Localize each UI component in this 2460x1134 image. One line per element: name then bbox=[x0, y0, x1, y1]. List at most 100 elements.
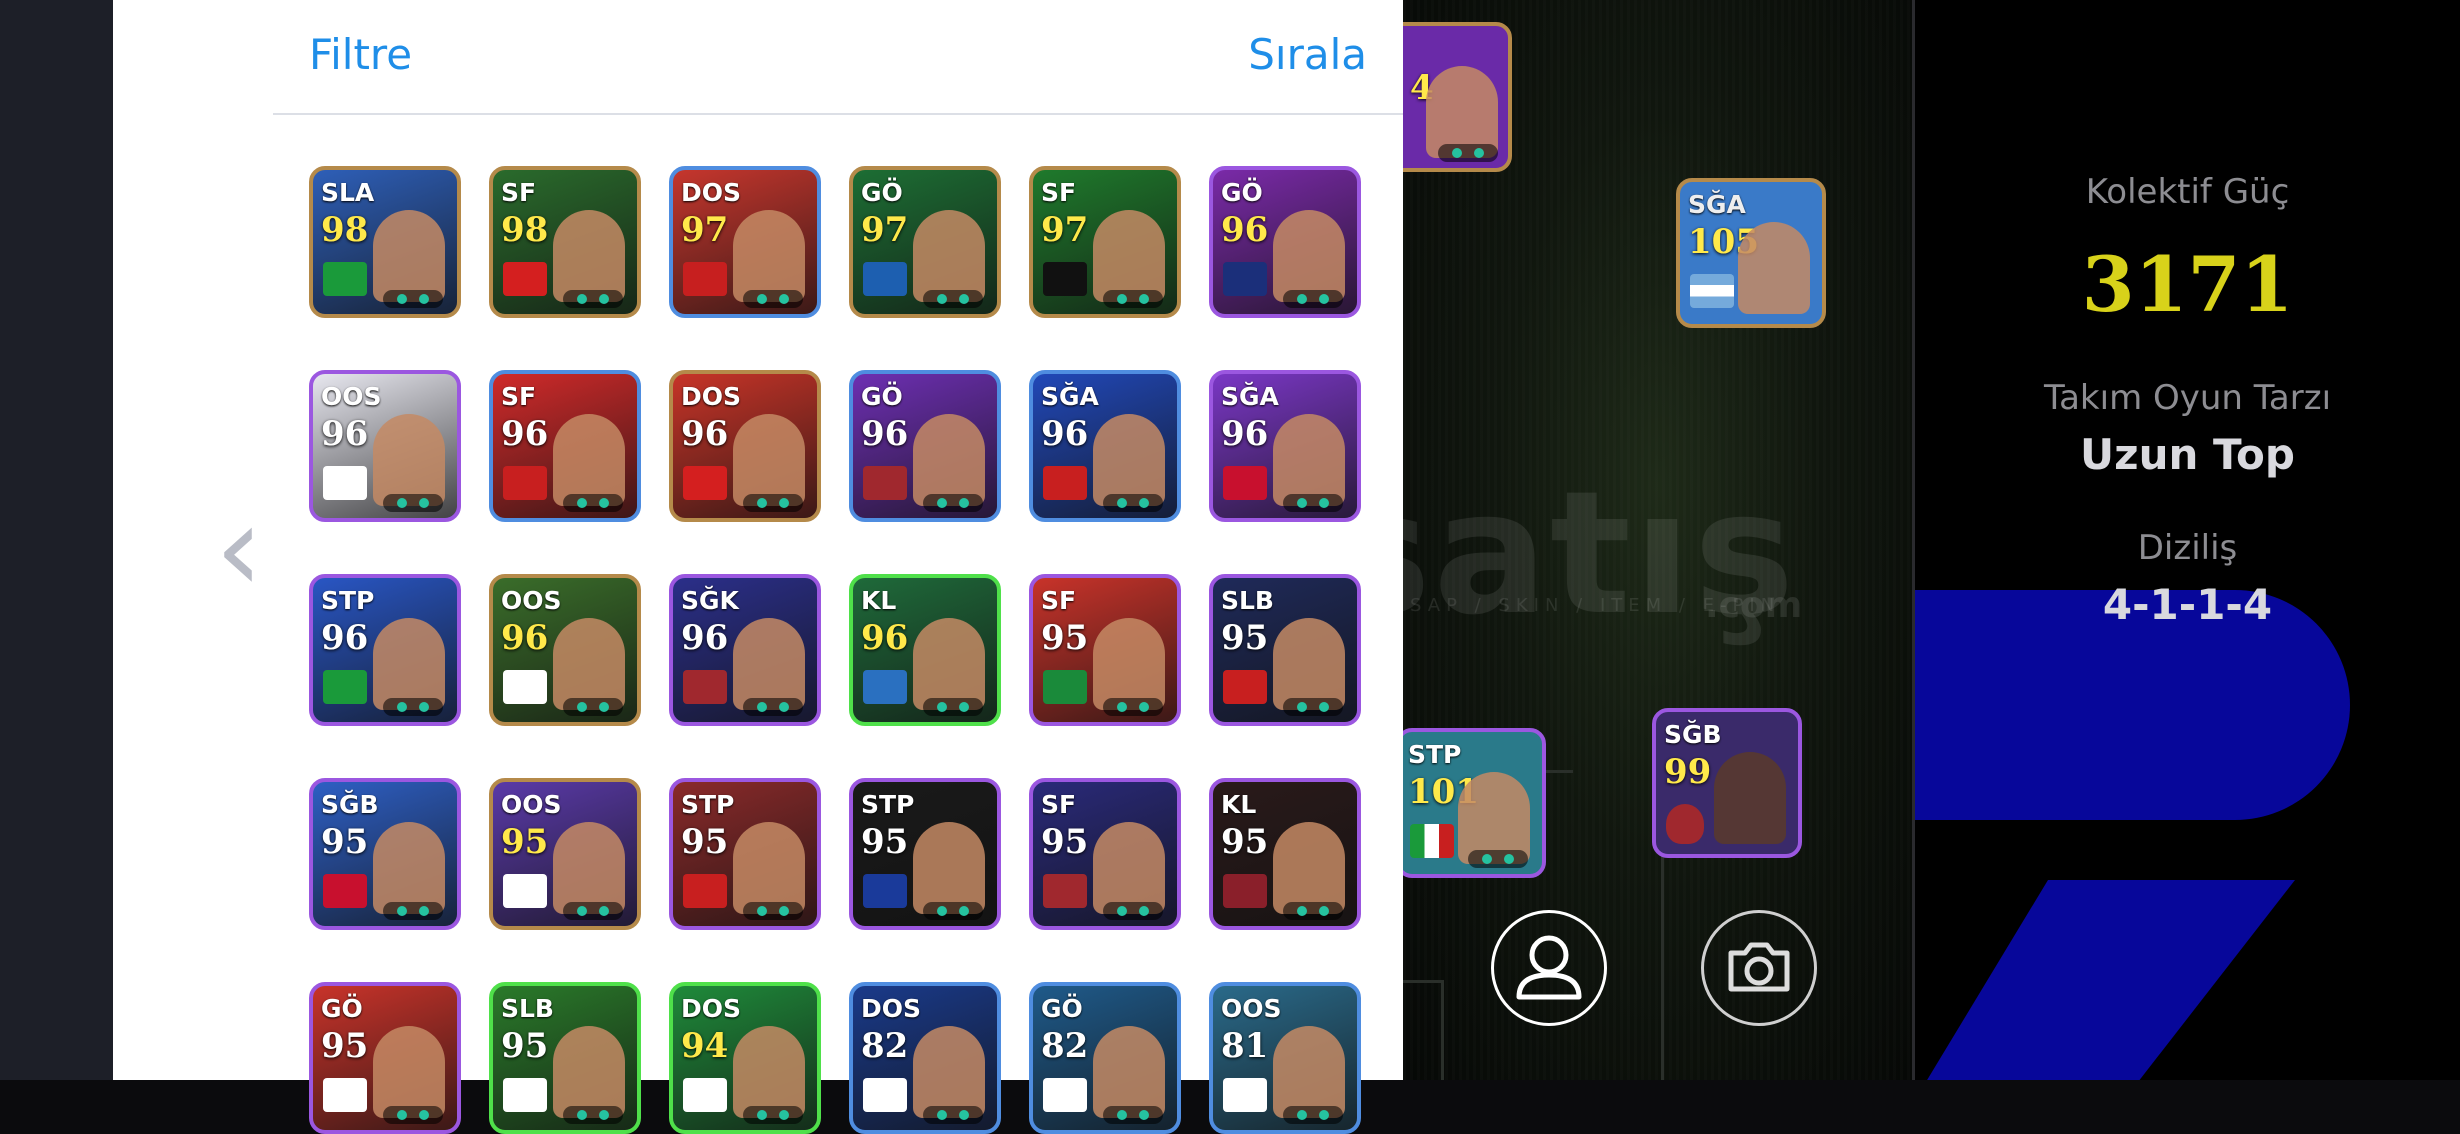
player-portrait bbox=[913, 618, 985, 710]
player-card[interactable]: GÖ 96 bbox=[1209, 166, 1361, 318]
player-position: SLB bbox=[1221, 586, 1274, 615]
flag-icon bbox=[1223, 1078, 1267, 1112]
player-rating: 97 bbox=[681, 210, 729, 250]
flag-icon bbox=[863, 1078, 907, 1112]
skill-dots bbox=[1103, 494, 1163, 512]
player-card[interactable]: GÖ 97 bbox=[849, 166, 1001, 318]
flag-icon bbox=[323, 466, 367, 500]
player-rating: 96 bbox=[681, 618, 729, 658]
chevron-left-icon[interactable]: ‹ bbox=[215, 490, 263, 610]
player-card[interactable]: KL 95 bbox=[1209, 778, 1361, 930]
player-position: STP bbox=[1408, 740, 1462, 769]
player-portrait bbox=[1093, 618, 1165, 710]
player-rating: 96 bbox=[501, 618, 549, 658]
player-card[interactable]: OOS 96 bbox=[309, 370, 461, 522]
player-card[interactable]: SLA 98 bbox=[309, 166, 461, 318]
skill-dots bbox=[1283, 902, 1343, 920]
flag-icon bbox=[1043, 670, 1087, 704]
flag-icon bbox=[1223, 874, 1267, 908]
player-rating: 99 bbox=[1664, 752, 1712, 792]
player-card[interactable]: STP 95 bbox=[669, 778, 821, 930]
player-portrait bbox=[553, 1026, 625, 1118]
player-portrait bbox=[913, 822, 985, 914]
player-card[interactable]: STP 95 bbox=[849, 778, 1001, 930]
player-rating: 82 bbox=[861, 1026, 909, 1066]
skill-dots bbox=[1283, 1106, 1343, 1124]
player-rating: 96 bbox=[1041, 414, 1089, 454]
player-portrait bbox=[733, 1026, 805, 1118]
player-position: SF bbox=[1041, 178, 1077, 207]
player-card[interactable]: SLB 95 bbox=[489, 982, 641, 1134]
skill-dots bbox=[743, 902, 803, 920]
filter-button[interactable]: Filtre bbox=[309, 30, 412, 79]
player-card[interactable]: SĞK 96 bbox=[669, 574, 821, 726]
player-portrait bbox=[373, 1026, 445, 1118]
field-player-card[interactable]: SĞA 105 bbox=[1676, 178, 1826, 328]
field-player-card[interactable]: SĞB 99 bbox=[1652, 708, 1802, 858]
player-portrait bbox=[1738, 222, 1810, 314]
player-card[interactable]: SF 95 bbox=[1029, 778, 1181, 930]
player-card[interactable]: OOS 96 bbox=[489, 574, 641, 726]
player-card[interactable]: GÖ 95 bbox=[309, 982, 461, 1134]
player-portrait bbox=[1273, 618, 1345, 710]
player-portrait bbox=[553, 210, 625, 302]
sort-button[interactable]: Sırala bbox=[1248, 30, 1367, 79]
player-portrait bbox=[1273, 414, 1345, 506]
player-rating: 96 bbox=[861, 618, 909, 658]
player-card[interactable]: DOS 96 bbox=[669, 370, 821, 522]
player-card[interactable]: GÖ 82 bbox=[1029, 982, 1181, 1134]
player-card[interactable]: DOS 97 bbox=[669, 166, 821, 318]
player-position: SF bbox=[1041, 790, 1077, 819]
player-card[interactable]: KL 96 bbox=[849, 574, 1001, 726]
flag-icon bbox=[503, 874, 547, 908]
player-card[interactable]: SĞA 96 bbox=[1209, 370, 1361, 522]
skill-dots bbox=[563, 1106, 623, 1124]
player-portrait bbox=[373, 210, 445, 302]
skill-dots bbox=[1438, 144, 1498, 162]
player-card[interactable]: OOS 95 bbox=[489, 778, 641, 930]
skill-dots bbox=[743, 290, 803, 308]
profile-button[interactable] bbox=[1491, 910, 1607, 1026]
player-rating: 96 bbox=[501, 414, 549, 454]
player-portrait bbox=[913, 210, 985, 302]
camera-button[interactable] bbox=[1701, 910, 1817, 1026]
player-card[interactable]: DOS 82 bbox=[849, 982, 1001, 1134]
formation-label: Diziliş bbox=[2137, 528, 2238, 568]
player-position: SĞB bbox=[1664, 720, 1722, 749]
player-card[interactable]: SF 98 bbox=[489, 166, 641, 318]
playstyle-label: Takım Oyun Tarzı bbox=[2043, 378, 2332, 418]
player-rating: 95 bbox=[861, 822, 909, 862]
flag-icon bbox=[1223, 466, 1267, 500]
field-player-card[interactable]: STP 101 bbox=[1396, 728, 1546, 878]
player-card[interactable]: SLB 95 bbox=[1209, 574, 1361, 726]
player-card[interactable]: SĞA 96 bbox=[1029, 370, 1181, 522]
player-card[interactable]: OOS 81 bbox=[1209, 982, 1361, 1134]
player-position: STP bbox=[681, 790, 735, 819]
player-position: SĞA bbox=[1688, 190, 1746, 219]
player-position: SF bbox=[501, 178, 537, 207]
player-position: SLA bbox=[321, 178, 375, 207]
player-card[interactable]: DOS 94 bbox=[669, 982, 821, 1134]
player-portrait bbox=[733, 210, 805, 302]
skill-dots bbox=[1103, 290, 1163, 308]
player-card[interactable]: SF 96 bbox=[489, 370, 641, 522]
player-rating: 97 bbox=[861, 210, 909, 250]
player-position: SĞK bbox=[681, 586, 739, 615]
player-rating: 98 bbox=[501, 210, 549, 250]
player-card[interactable]: SĞB 95 bbox=[309, 778, 461, 930]
player-position: KL bbox=[861, 586, 897, 615]
flag-icon bbox=[1043, 1078, 1087, 1112]
decor-shape bbox=[1915, 880, 2295, 1080]
player-position: STP bbox=[861, 790, 915, 819]
player-position: GÖ bbox=[1041, 994, 1083, 1023]
skill-dots bbox=[923, 1106, 983, 1124]
skill-dots bbox=[1468, 850, 1528, 868]
player-card[interactable]: SF 95 bbox=[1029, 574, 1181, 726]
flag-icon bbox=[1043, 466, 1087, 500]
player-rating: 95 bbox=[321, 1026, 369, 1066]
flag-icon bbox=[1223, 262, 1267, 296]
player-portrait bbox=[553, 822, 625, 914]
player-card[interactable]: GÖ 96 bbox=[849, 370, 1001, 522]
player-card[interactable]: SF 97 bbox=[1029, 166, 1181, 318]
player-card[interactable]: STP 96 bbox=[309, 574, 461, 726]
